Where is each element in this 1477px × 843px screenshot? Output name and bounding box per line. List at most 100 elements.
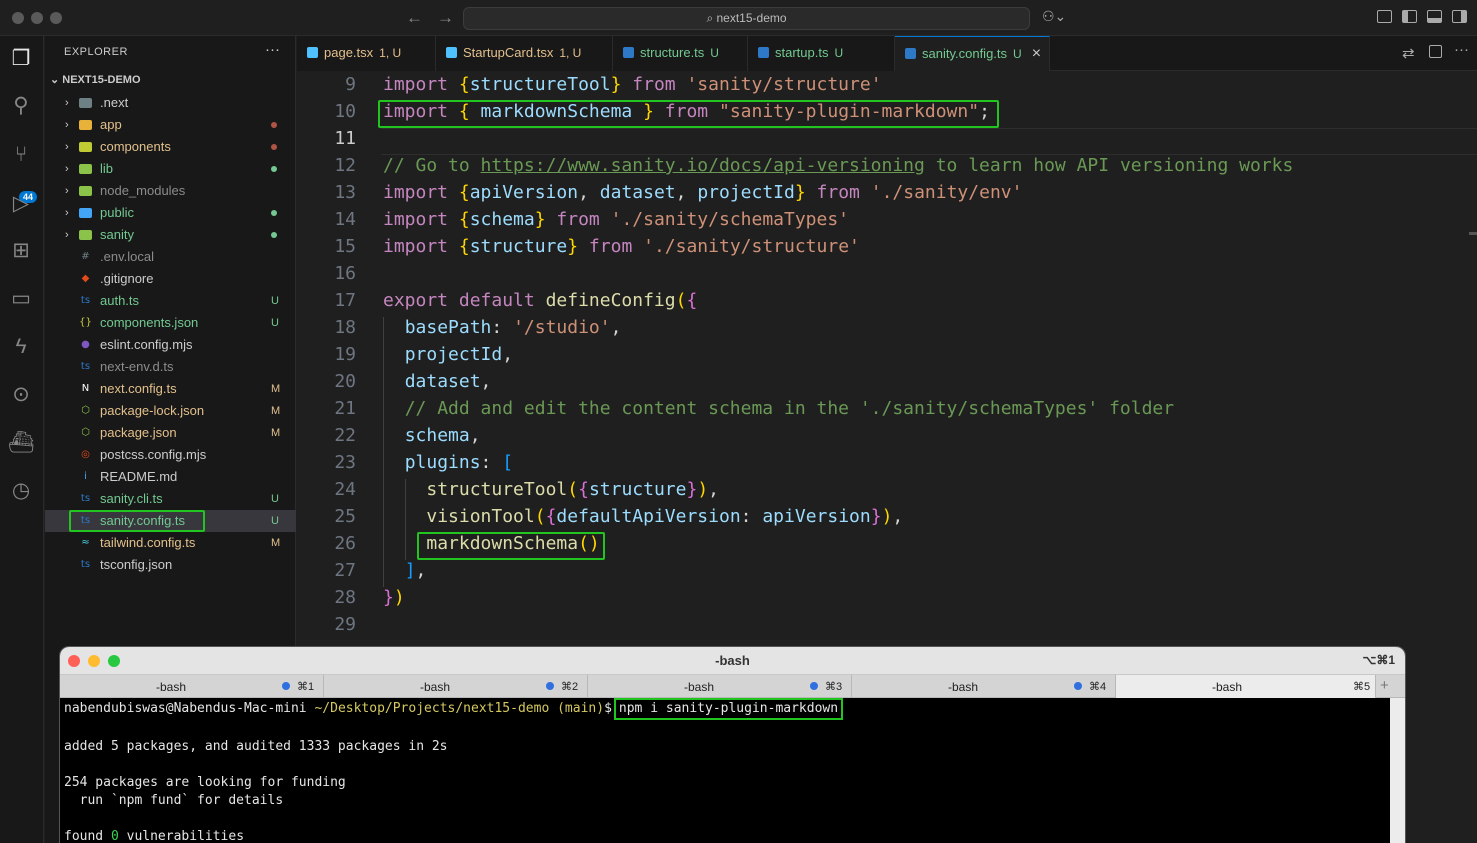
- code-token: {: [458, 209, 470, 230]
- file-tree-item[interactable]: ⬡ package.json M: [45, 422, 296, 444]
- editor-tab[interactable]: sanity.config.ts U ×: [895, 36, 1050, 71]
- docker-icon[interactable]: ⛴: [8, 430, 35, 456]
- explorer-icon[interactable]: ❐: [8, 46, 34, 72]
- file-tree-item[interactable]: ◆ .gitignore: [45, 268, 296, 290]
- code-token: }: [870, 506, 882, 527]
- file-tree-item[interactable]: › lib: [45, 158, 296, 180]
- file-tree-item[interactable]: › sanity: [45, 224, 296, 246]
- ts-file-icon: [758, 47, 769, 58]
- tab-label: page.tsx: [324, 45, 374, 60]
- code-token: :: [480, 452, 503, 473]
- new-tab-button[interactable]: +: [1380, 677, 1389, 694]
- terminal-window: -bash ⌥⌘1 -bash ⌘1 -bash ⌘2 -bash ⌘3 -bash ⌘4 -b…: [60, 647, 1405, 843]
- line-number: 15: [334, 236, 356, 257]
- terminal-tab[interactable]: -bash ⌘4: [852, 675, 1116, 698]
- code-token: {: [458, 182, 470, 203]
- file-name: postcss.config.mjs: [100, 447, 207, 462]
- terminal-tab[interactable]: -bash ⌘2: [324, 675, 588, 698]
- file-tree-item[interactable]: ts sanity.cli.ts U: [45, 488, 296, 510]
- file-tree-item[interactable]: ● eslint.config.mjs: [45, 334, 296, 356]
- terminal-tab-shortcut: ⌘5: [1353, 681, 1371, 693]
- code-token: import: [383, 209, 459, 230]
- lightning-icon[interactable]: ϟ: [8, 334, 34, 360]
- file-tree-item[interactable]: ts auth.ts U: [45, 290, 296, 312]
- search-icon[interactable]: ⚲: [8, 93, 34, 119]
- command-center-search[interactable]: ⌕ next15-demo: [463, 7, 1030, 30]
- git-status: U: [271, 493, 279, 505]
- code-line: plugins: [: [383, 452, 513, 473]
- terminal-tab-label: -bash: [419, 680, 451, 694]
- file-tree-item[interactable]: ⬡ package-lock.json M: [45, 400, 296, 422]
- customize-layout-icon[interactable]: [1377, 10, 1392, 23]
- line-number: 24: [334, 479, 356, 500]
- file-tree-item[interactable]: › node_modules: [45, 180, 296, 202]
- file-type-icon: N: [81, 383, 90, 394]
- remote-explorer-icon[interactable]: ▭: [8, 286, 34, 312]
- git-graph-icon[interactable]: ⊙: [8, 382, 34, 408]
- file-tree-item[interactable]: {} components.json U: [45, 312, 296, 334]
- file-type-icon: i: [84, 471, 87, 482]
- file-name: README.md: [100, 469, 178, 484]
- terminal-output[interactable]: nabendubiswas@Nabendus-Mac-mini ~/Deskto…: [64, 698, 1389, 843]
- toggle-primary-sidebar-icon[interactable]: [1402, 10, 1417, 23]
- file-tree-item[interactable]: ◎ postcss.config.mjs: [45, 444, 296, 466]
- split-editor-icon[interactable]: [1429, 45, 1442, 58]
- editor-tab-bar: page.tsx 1, U StartupCard.tsx 1, U structure…: [297, 36, 1477, 71]
- file-tree-item[interactable]: › app: [45, 114, 296, 136]
- code-line: projectId,: [383, 344, 513, 365]
- close-tab-icon[interactable]: ×: [1032, 45, 1041, 62]
- git-status-dot: [271, 122, 277, 128]
- more-actions-icon[interactable]: ···: [265, 41, 280, 58]
- editor-tab[interactable]: StartupCard.tsx 1, U: [436, 36, 613, 71]
- file-tree-item[interactable]: ts tsconfig.json: [45, 554, 296, 576]
- file-tree-item[interactable]: › .next: [45, 92, 296, 114]
- close-window-button[interactable]: [12, 12, 24, 24]
- code-token: import: [383, 182, 459, 203]
- zoom-window-button[interactable]: [50, 12, 62, 24]
- file-tree-item[interactable]: i README.md: [45, 466, 296, 488]
- file-type-icon: ⬡: [81, 405, 90, 416]
- open-changes-icon[interactable]: ⇄: [1402, 44, 1415, 62]
- minimize-window-button[interactable]: [31, 12, 43, 24]
- run-debug-icon[interactable]: ▷: [8, 191, 34, 217]
- folder-icon: [79, 120, 92, 130]
- file-name: node_modules: [100, 183, 186, 198]
- editor-tab[interactable]: page.tsx 1, U: [297, 36, 436, 71]
- folder-icon: [79, 164, 92, 174]
- timeline-icon[interactable]: ◷: [8, 478, 34, 504]
- file-tree-item[interactable]: Nnext.config.ts M: [45, 378, 296, 400]
- terminal-tab[interactable]: -bash ⌘5: [1116, 675, 1376, 698]
- more-editor-actions-icon[interactable]: ···: [1454, 41, 1469, 58]
- tab-label: sanity.config.ts: [922, 46, 1008, 61]
- editor-tab[interactable]: structure.ts U: [613, 36, 748, 71]
- line-number: 28: [334, 587, 356, 608]
- extensions-icon[interactable]: ⊞: [8, 238, 34, 264]
- file-name: sanity: [100, 227, 134, 242]
- back-arrow-icon[interactable]: ←: [406, 8, 437, 27]
- file-type-icon: ≈: [81, 537, 90, 548]
- file-tree-item[interactable]: › public: [45, 202, 296, 224]
- code-token: :: [740, 506, 763, 527]
- git-status: M: [271, 537, 281, 549]
- terminal-tab[interactable]: -bash ⌘3: [588, 675, 852, 698]
- scrollbar-marker[interactable]: [1469, 232, 1477, 235]
- toggle-secondary-sidebar-icon[interactable]: [1452, 10, 1467, 23]
- terminal-scrollbar[interactable]: [1390, 698, 1405, 843]
- source-control-icon[interactable]: ⑂: [8, 142, 34, 168]
- toggle-panel-icon[interactable]: [1427, 10, 1442, 23]
- terminal-tab[interactable]: -bash ⌘1: [60, 675, 324, 698]
- editor-tab[interactable]: startup.ts U: [748, 36, 895, 71]
- file-tree-item[interactable]: ≈ tailwind.config.ts M: [45, 532, 296, 554]
- file-name: next-env.d.ts: [100, 359, 174, 374]
- file-tree-item[interactable]: ts next-env.d.ts: [45, 356, 296, 378]
- file-tree-item[interactable]: › components: [45, 136, 296, 158]
- copilot-icon[interactable]: ⚇⌄: [1042, 8, 1066, 25]
- file-name: tailwind.config.ts: [100, 535, 196, 550]
- terminal-tab-shortcut: ⌘2: [561, 681, 579, 693]
- code-line: import {schema} from './sanity/schemaTyp…: [383, 209, 849, 230]
- file-tree-item[interactable]: # .env.local: [45, 246, 296, 268]
- code-token: // Add and edit the content schema in th…: [404, 398, 1175, 419]
- workspace-root[interactable]: ⌄ NEXT15-DEMO: [50, 73, 141, 86]
